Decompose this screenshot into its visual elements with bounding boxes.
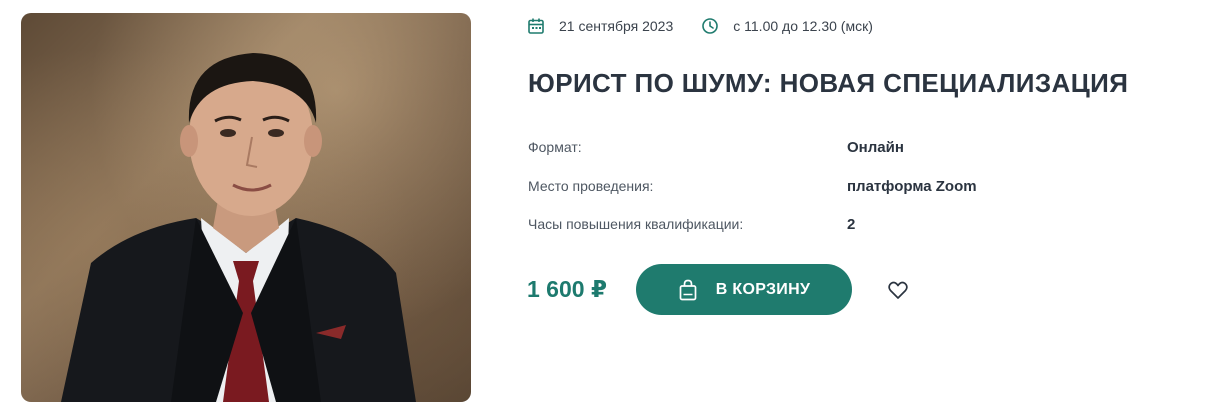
format-value: Онлайн [847,139,904,156]
hours-value: 2 [847,216,856,233]
format-label: Формат: [528,139,582,155]
venue-label: Место проведения: [528,178,654,194]
shopping-bag-icon [679,279,697,300]
event-time: с 11.00 до 12.30 (мск) [733,18,873,34]
price: 1 600 ₽ [527,276,607,302]
event-title: ЮРИСТ ПО ШУМУ: НОВАЯ СПЕЦИАЛИЗАЦИЯ [528,68,1129,98]
add-to-cart-button[interactable]: В КОРЗИНУ [636,264,852,315]
add-to-cart-label: В КОРЗИНУ [715,280,811,298]
clock-icon [701,17,719,35]
venue-value: платформа Zoom [847,178,977,195]
speaker-photo [21,13,471,402]
event-date: 21 сентября 2023 [559,18,674,34]
calendar-icon [527,17,545,35]
hours-label: Часы повышения квалификации: [528,216,744,232]
event-meta: 21 сентября 2023 с 11.00 до 12.30 (мск) [527,16,873,36]
heart-icon[interactable] [886,278,910,302]
